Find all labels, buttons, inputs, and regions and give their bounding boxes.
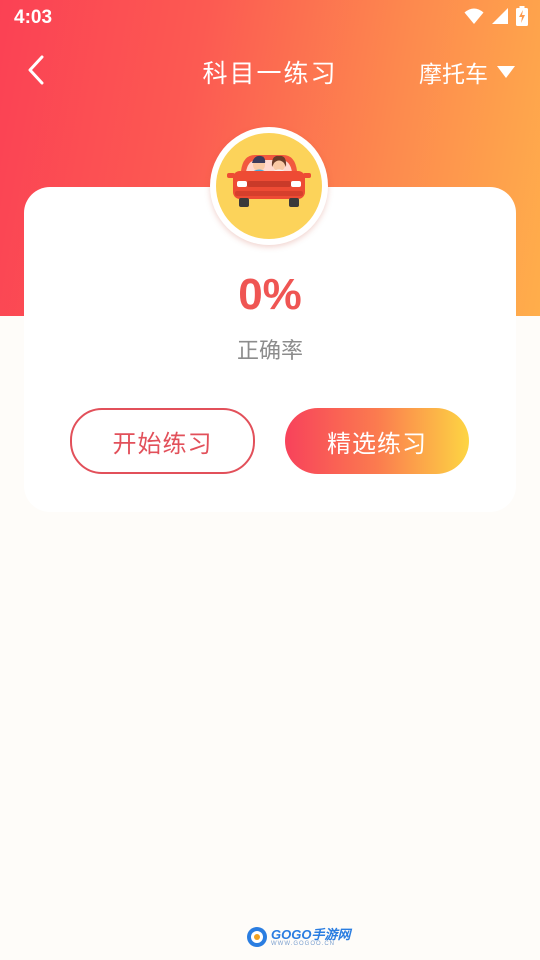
start-practice-button[interactable]: 开始练习 [70,408,255,474]
gogo-logo-icon [247,927,267,947]
navigation-bar: 科目一练习 摩托车 [0,40,540,100]
battery-charging-icon [516,6,528,30]
status-icons [464,6,528,30]
watermark-site: WWW.GOGOO.CN [271,940,335,947]
vehicle-type-dropdown[interactable]: 摩托车 [419,55,516,89]
wifi-icon [464,7,484,29]
car-with-passengers-icon [227,155,311,207]
status-time: 4:03 [14,7,53,28]
vehicle-type-label: 摩托车 [419,62,488,88]
watermark-brand: GOGO手游网 [271,926,351,942]
status-bar: 4:03 [0,0,540,36]
selected-practice-button[interactable]: 精选练习 [285,408,469,474]
caret-down-icon [497,66,515,78]
avatar [210,127,328,245]
accuracy-label: 正确率 [236,339,303,364]
cellular-signal-icon [491,7,509,29]
accuracy-value: 0% [238,270,302,319]
watermark-logo: GOGO手游网 WWW.GOGOO.CN [246,926,350,948]
